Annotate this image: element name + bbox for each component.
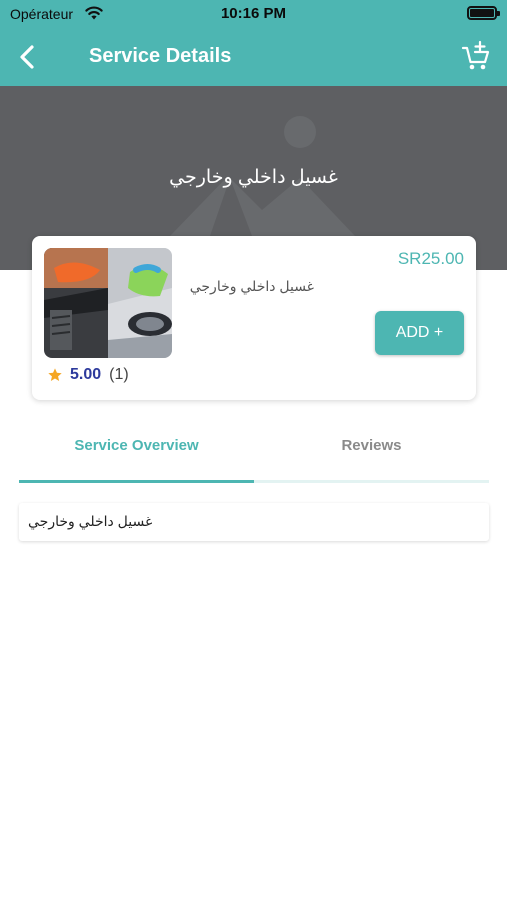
service-thumbnail xyxy=(44,248,172,358)
tab-bar: Service Overview Reviews xyxy=(19,423,489,485)
overview-panel: غسيل داخلي وخارجي xyxy=(19,503,489,541)
hero-title: غسيل داخلي وخارجي xyxy=(169,167,338,188)
service-card: SR25.00 غسيل داخلي وخارجي ADD + 5.00 (1) xyxy=(32,236,476,400)
rating-count: (1) xyxy=(109,366,129,383)
tab-reviews[interactable]: Reviews xyxy=(254,423,489,483)
chevron-left-icon xyxy=(20,45,34,69)
page-title: Service Details xyxy=(89,45,232,67)
star-icon xyxy=(48,368,62,381)
service-details-screen: Opérateur 10:16 PM Service Details غسيل … xyxy=(0,0,507,900)
add-to-cart-button[interactable]: ADD + xyxy=(375,311,464,355)
service-name: غسيل داخلي وخارجي xyxy=(189,278,314,294)
status-time: 10:16 PM xyxy=(220,5,287,22)
cart-add-icon xyxy=(461,40,490,70)
status-bar: Opérateur 10:16 PM xyxy=(0,0,507,28)
tab-service-overview[interactable]: Service Overview xyxy=(19,423,254,483)
back-button[interactable] xyxy=(14,42,42,72)
app-header: Opérateur 10:16 PM Service Details xyxy=(0,0,507,86)
active-tab-indicator xyxy=(19,480,254,483)
nav-bar: Service Details xyxy=(0,28,507,86)
overview-text: غسيل داخلي وخارجي xyxy=(28,513,153,529)
battery-icon xyxy=(467,6,500,20)
service-price: SR25.00 xyxy=(397,249,464,268)
cart-button[interactable] xyxy=(461,40,491,72)
rating-row: 5.00 (1) xyxy=(47,365,129,385)
rating-value: 5.00 xyxy=(70,366,102,383)
